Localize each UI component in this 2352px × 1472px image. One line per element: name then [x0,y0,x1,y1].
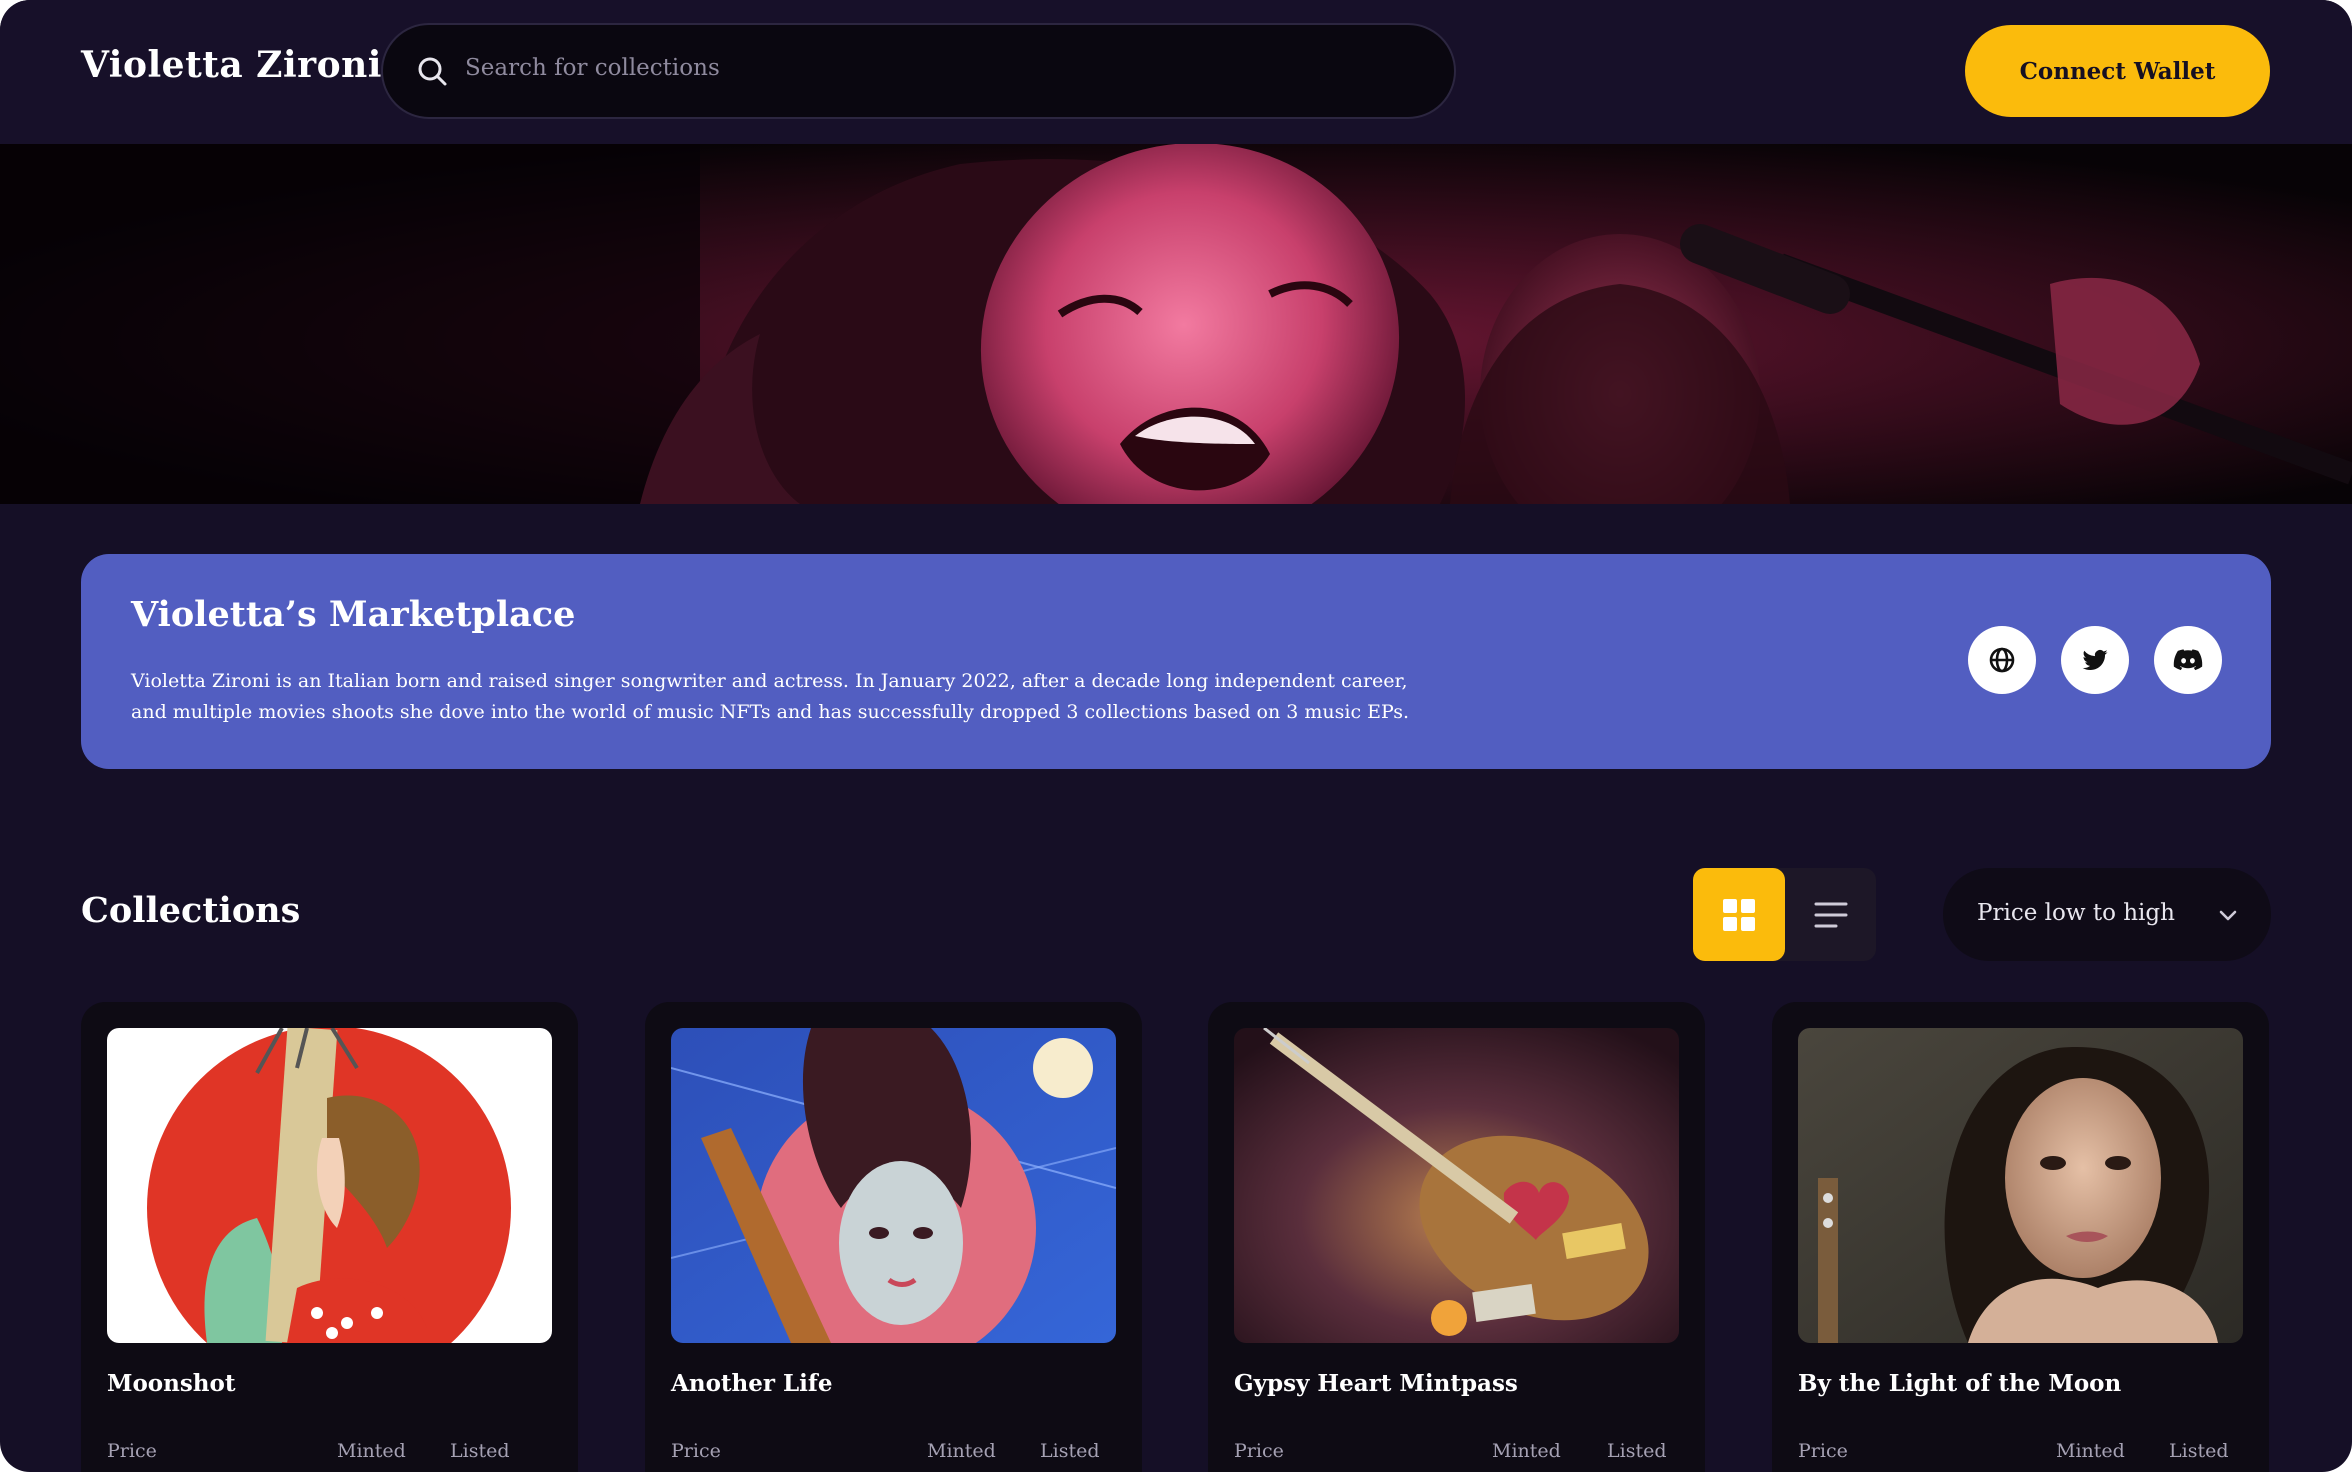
sort-selected-value: Price low to high [1977,900,2175,926]
collection-thumbnail[interactable] [671,1028,1116,1343]
price-label: Price [107,1440,157,1462]
chevron-down-icon [2219,910,2237,921]
listed-label: Listed [1040,1440,1100,1462]
collection-card[interactable]: Moonshot Price Minted Listed [81,1002,578,1472]
top-nav: Violetta Zironi Search for collections C… [0,0,2352,144]
collection-card[interactable]: Gypsy Heart Mintpass Price Minted Listed [1208,1002,1705,1472]
collections-heading: Collections [81,890,301,931]
collection-name: Another Life [671,1370,833,1397]
price-label: Price [671,1440,721,1462]
collection-name: By the Light of the Moon [1798,1370,2122,1397]
collection-name: Gypsy Heart Mintpass [1234,1370,1518,1397]
minted-label: Minted [337,1440,406,1462]
search-input[interactable]: Search for collections [465,55,720,81]
globe-icon [1989,647,2015,673]
website-button[interactable] [1968,626,2036,694]
listed-label: Listed [1607,1440,1667,1462]
listed-label: Listed [450,1440,510,1462]
minted-label: Minted [927,1440,996,1462]
minted-label: Minted [1492,1440,1561,1462]
grid-view-button[interactable] [1693,868,1785,961]
collection-thumbnail[interactable] [107,1028,552,1343]
connect-wallet-button[interactable]: Connect Wallet [1965,25,2270,117]
list-view-button[interactable] [1785,868,1876,961]
twitter-button[interactable] [2061,626,2129,694]
marketplace-info-card: Violetta’s Marketplace Violetta Zironi i… [81,554,2271,769]
collection-thumbnail[interactable] [1234,1028,1679,1343]
grid-view-icon [1723,898,1755,931]
search-icon [418,57,447,86]
twitter-icon [2082,650,2108,671]
marketplace-description: Violetta Zironi is an Italian born and r… [131,670,1410,723]
listed-label: Listed [2169,1440,2229,1462]
price-label: Price [1798,1440,1848,1462]
view-toggle [1693,868,1876,961]
sort-dropdown[interactable]: Price low to high [1943,868,2271,961]
app-frame: Violetta Zironi Search for collections C… [0,0,2352,1472]
price-label: Price [1234,1440,1284,1462]
collection-card[interactable]: Another Life Price Minted Listed [645,1002,1142,1472]
collection-thumbnail[interactable] [1798,1028,2243,1343]
hero-illustration [0,144,2352,504]
minted-label: Minted [2056,1440,2125,1462]
list-view-icon [1814,902,1847,927]
discord-button[interactable] [2154,626,2222,694]
discord-icon [2173,649,2203,671]
collection-name: Moonshot [107,1370,236,1397]
brand-title[interactable]: Violetta Zironi [81,44,382,86]
marketplace-title: Violetta’s Marketplace [131,594,576,635]
search-bar[interactable]: Search for collections [381,23,1456,119]
hero-banner-image [0,144,2352,504]
collection-card[interactable]: By the Light of the Moon Price Minted Li… [1772,1002,2269,1472]
